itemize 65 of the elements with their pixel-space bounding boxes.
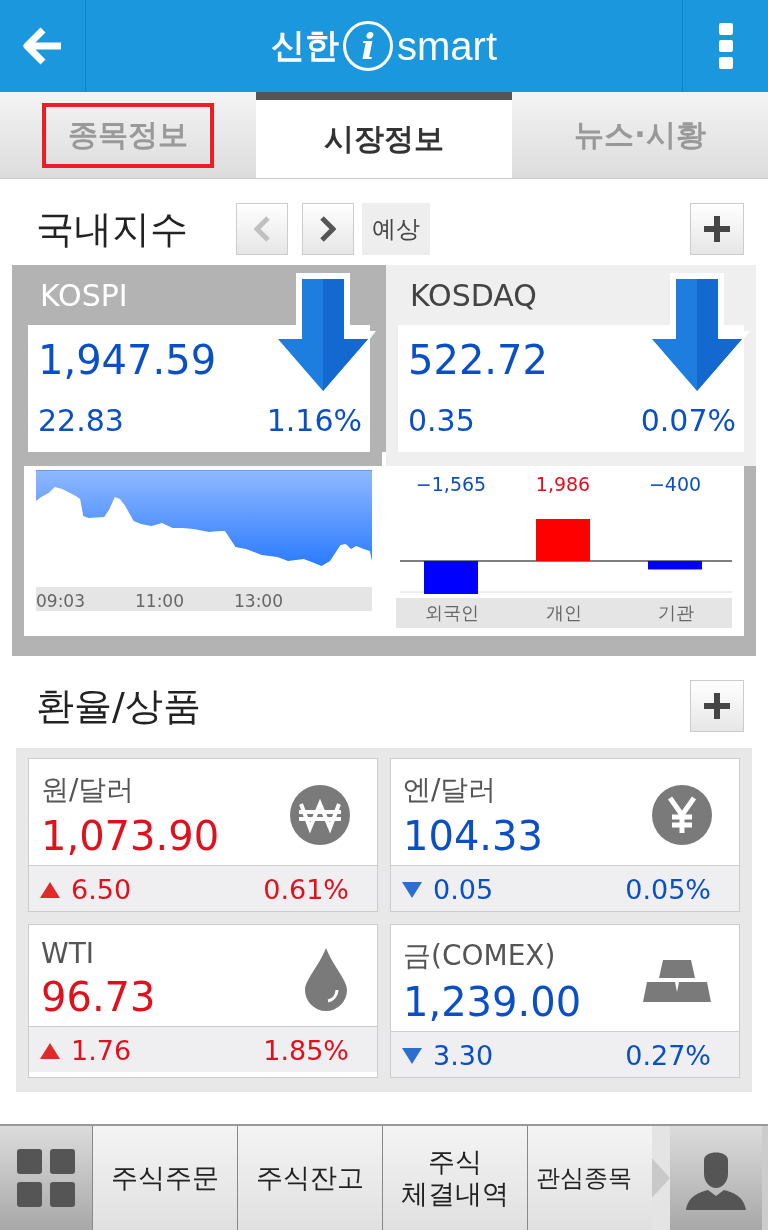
rate-percent: 0.61%	[263, 874, 349, 905]
tab[interactable]: 시장정보	[256, 92, 512, 178]
add-button[interactable]	[690, 203, 744, 255]
scroll-right-arrow-icon	[652, 1156, 670, 1200]
rate-change: 1.76	[71, 1035, 132, 1066]
category-label: 기관	[657, 601, 695, 625]
section-title: 국내지수	[36, 205, 188, 253]
section-title: 환율/상품	[36, 682, 201, 730]
shortcut-button[interactable]: 주식 체결내역	[382, 1126, 527, 1230]
index-name: KOSPI	[40, 277, 128, 313]
index-change: 0.35	[408, 403, 475, 438]
add-button[interactable]	[690, 680, 744, 732]
rate-value: 1,239.00	[403, 979, 583, 1025]
bar-value-label: 1,986	[535, 473, 591, 495]
chevron-right-icon	[320, 216, 336, 242]
bar	[648, 561, 702, 570]
rate-name: 금(COMEX)	[403, 938, 557, 974]
category-label: 개인	[545, 601, 583, 625]
rate-name: 원/달러	[41, 772, 136, 808]
bar	[424, 561, 478, 594]
rate-card[interactable]: WTI 96.73 1.76 1.85%	[28, 924, 378, 1078]
grid-icon	[16, 1148, 76, 1208]
index-value: 522.72	[408, 337, 549, 383]
bar-value-label: −400	[648, 473, 702, 495]
next-button[interactable]	[302, 203, 354, 255]
rate-change: 3.30	[433, 1040, 494, 1071]
time-label: 13:00	[234, 591, 283, 611]
menu-icon	[717, 22, 734, 70]
rate-percent: 0.27%	[625, 1040, 711, 1071]
chevron-left-icon	[254, 216, 270, 242]
rate-value: 104.33	[403, 813, 544, 859]
profile-button[interactable]	[670, 1126, 762, 1230]
won-coin-icon	[289, 784, 351, 846]
rate-name: WTI	[41, 937, 96, 970]
index-name: KOSDAQ	[410, 277, 537, 313]
rate-percent: 0.05%	[625, 874, 711, 905]
shortcut-button[interactable]: 주식주문	[92, 1126, 237, 1230]
rate-change: 6.50	[71, 874, 132, 905]
time-label: 11:00	[135, 591, 184, 611]
index-change: 22.83	[38, 403, 124, 438]
rate-name: 엔/달러	[403, 772, 498, 808]
index-value: 1,947.59	[38, 337, 218, 383]
bar-value-label: −1,565	[415, 473, 487, 495]
index-percent: 0.07%	[640, 403, 736, 438]
rate-change: 0.05	[433, 874, 494, 905]
bar	[536, 519, 590, 561]
plus-icon	[702, 691, 732, 721]
ingots-icon	[641, 958, 713, 1004]
rate-value: 96.73	[41, 974, 157, 1020]
time-label: 09:03	[36, 591, 85, 611]
rate-percent: 1.85%	[263, 1035, 349, 1066]
all-menu-button[interactable]	[0, 1126, 92, 1230]
category-label: 외국인	[424, 601, 480, 625]
rate-card[interactable]: 원/달러 1,073.90 6.50 0.61%	[28, 758, 378, 912]
shortcut-button[interactable]: 관심종목	[527, 1126, 652, 1230]
rate-card[interactable]: 엔/달러 104.33 0.05 0.05%	[390, 758, 740, 912]
plus-icon	[702, 214, 732, 244]
rate-card[interactable]: 금(COMEX) 1,239.00 3.30 0.27%	[390, 924, 740, 1078]
index-card[interactable]: KOSDAQ 522.72 0.35 0.07%	[386, 265, 756, 466]
shortcut-button[interactable]: 주식잔고	[237, 1126, 382, 1230]
index-percent: 1.16%	[266, 403, 362, 438]
rate-value: 1,073.90	[41, 813, 221, 859]
app-logo: 신한 i smart	[86, 0, 682, 92]
forecast-button[interactable]: 예상	[362, 203, 430, 255]
yen-coin-icon	[651, 784, 713, 846]
